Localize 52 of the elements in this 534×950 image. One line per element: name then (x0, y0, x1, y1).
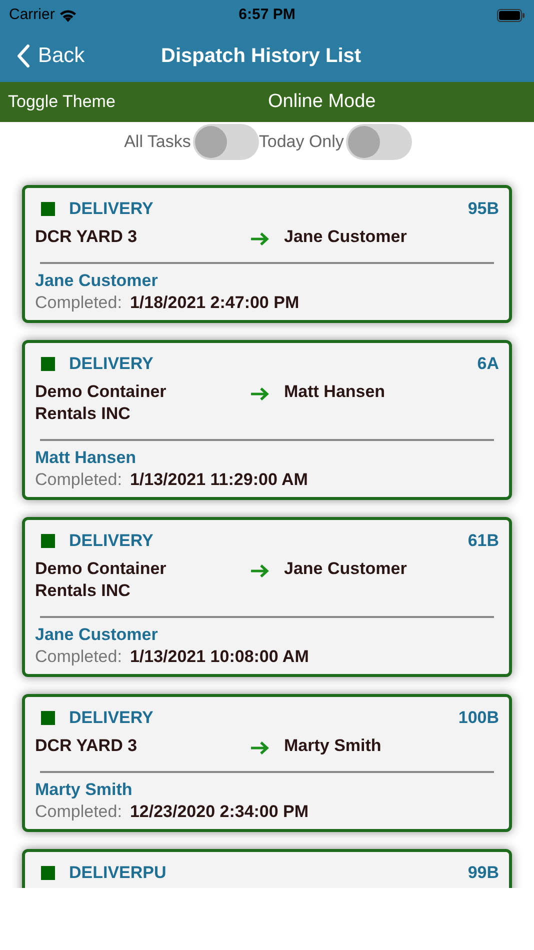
dispatch-code: 100B (458, 707, 499, 729)
dispatch-type: DELIVERPU (69, 862, 166, 884)
destination-label: Matt Hansen (284, 381, 386, 403)
arrow-right-icon (250, 741, 270, 755)
dispatch-code: 61B (468, 530, 499, 552)
customer-name: Matt Hansen (35, 447, 138, 469)
completed-time: 12/23/2020 2:34:00 PM (130, 801, 309, 823)
toggle-switch[interactable] (346, 124, 412, 160)
origin-label: DCR YARD 3 (35, 735, 138, 757)
carrier-label: Carrier (9, 4, 55, 25)
completed-time: 1/18/2021 2:47:00 PM (130, 292, 300, 314)
dispatch-card[interactable]: DELIVERY 6A Demo Container Rentals INC Matt Hansen Matt Hansen Completed: 1/13/2021 11:29:00 AM (22, 340, 512, 500)
completed-time: 1/13/2021 11:29:00 AM (130, 469, 308, 491)
dispatch-code: 99B (468, 862, 499, 884)
filter-label: All Tasks (124, 131, 191, 154)
completed-time: 1/13/2021 10:08:00 AM (130, 646, 309, 668)
dispatch-code: 95B (468, 198, 499, 220)
destination-label: Jane Customer (284, 558, 407, 580)
dispatch-card[interactable]: DELIVERY 100B DCR YARD 3 Marty Smith Marty Smith Completed: 12/23/2020 2:34:00 PM (22, 694, 512, 832)
customer-name: Marty Smith (35, 779, 134, 801)
wifi-icon (58, 8, 77, 22)
back-button[interactable]: Back (0, 40, 85, 72)
battery-icon (497, 8, 525, 22)
origin-label: Demo Container Rentals INC (35, 381, 168, 425)
dispatch-card[interactable]: DELIVERPU 99B (22, 849, 512, 888)
completed-label: Completed: (35, 469, 122, 491)
dispatch-card[interactable]: DELIVERY 95B DCR YARD 3 Jane Customer Jane Customer Completed: 1/18/2021 2:47:00 PM (22, 185, 512, 323)
destination-label: Jane Customer (284, 226, 407, 248)
arrow-right-icon (250, 387, 270, 401)
destination-label: Marty Smith (284, 735, 382, 757)
completed-label: Completed: (35, 646, 122, 668)
completed-label: Completed: (35, 292, 122, 314)
toggle-theme-button[interactable]: Toggle Theme (0, 89, 116, 115)
customer-name: Jane Customer (35, 624, 159, 646)
mode-label: Online Mode (268, 90, 376, 114)
dispatch-type: DELIVERY (69, 530, 154, 552)
toggle-switch[interactable] (192, 124, 259, 160)
clock-label: 6:57 PM (238, 4, 296, 25)
dispatch-type: DELIVERY (69, 198, 154, 220)
origin-label: Demo Container Rentals INC (35, 558, 168, 602)
arrow-right-icon (250, 232, 270, 246)
page-title: Dispatch History List (161, 44, 362, 69)
dispatch-type: DELIVERY (69, 353, 154, 375)
completed-label: Completed: (35, 801, 122, 823)
origin-label: DCR YARD 3 (35, 226, 138, 248)
dispatch-card[interactable]: DELIVERY 61B Demo Container Rentals INC Jane Customer Jane Customer Completed: 1/13/2021 10:08:00 AM (22, 517, 512, 677)
dispatch-type: DELIVERY (69, 707, 154, 729)
dispatch-code: 6A (477, 353, 499, 375)
arrow-right-icon (250, 564, 270, 578)
filter-label: Today Only (258, 131, 344, 154)
customer-name: Jane Customer (35, 270, 159, 292)
chevron-left-icon (16, 44, 30, 68)
